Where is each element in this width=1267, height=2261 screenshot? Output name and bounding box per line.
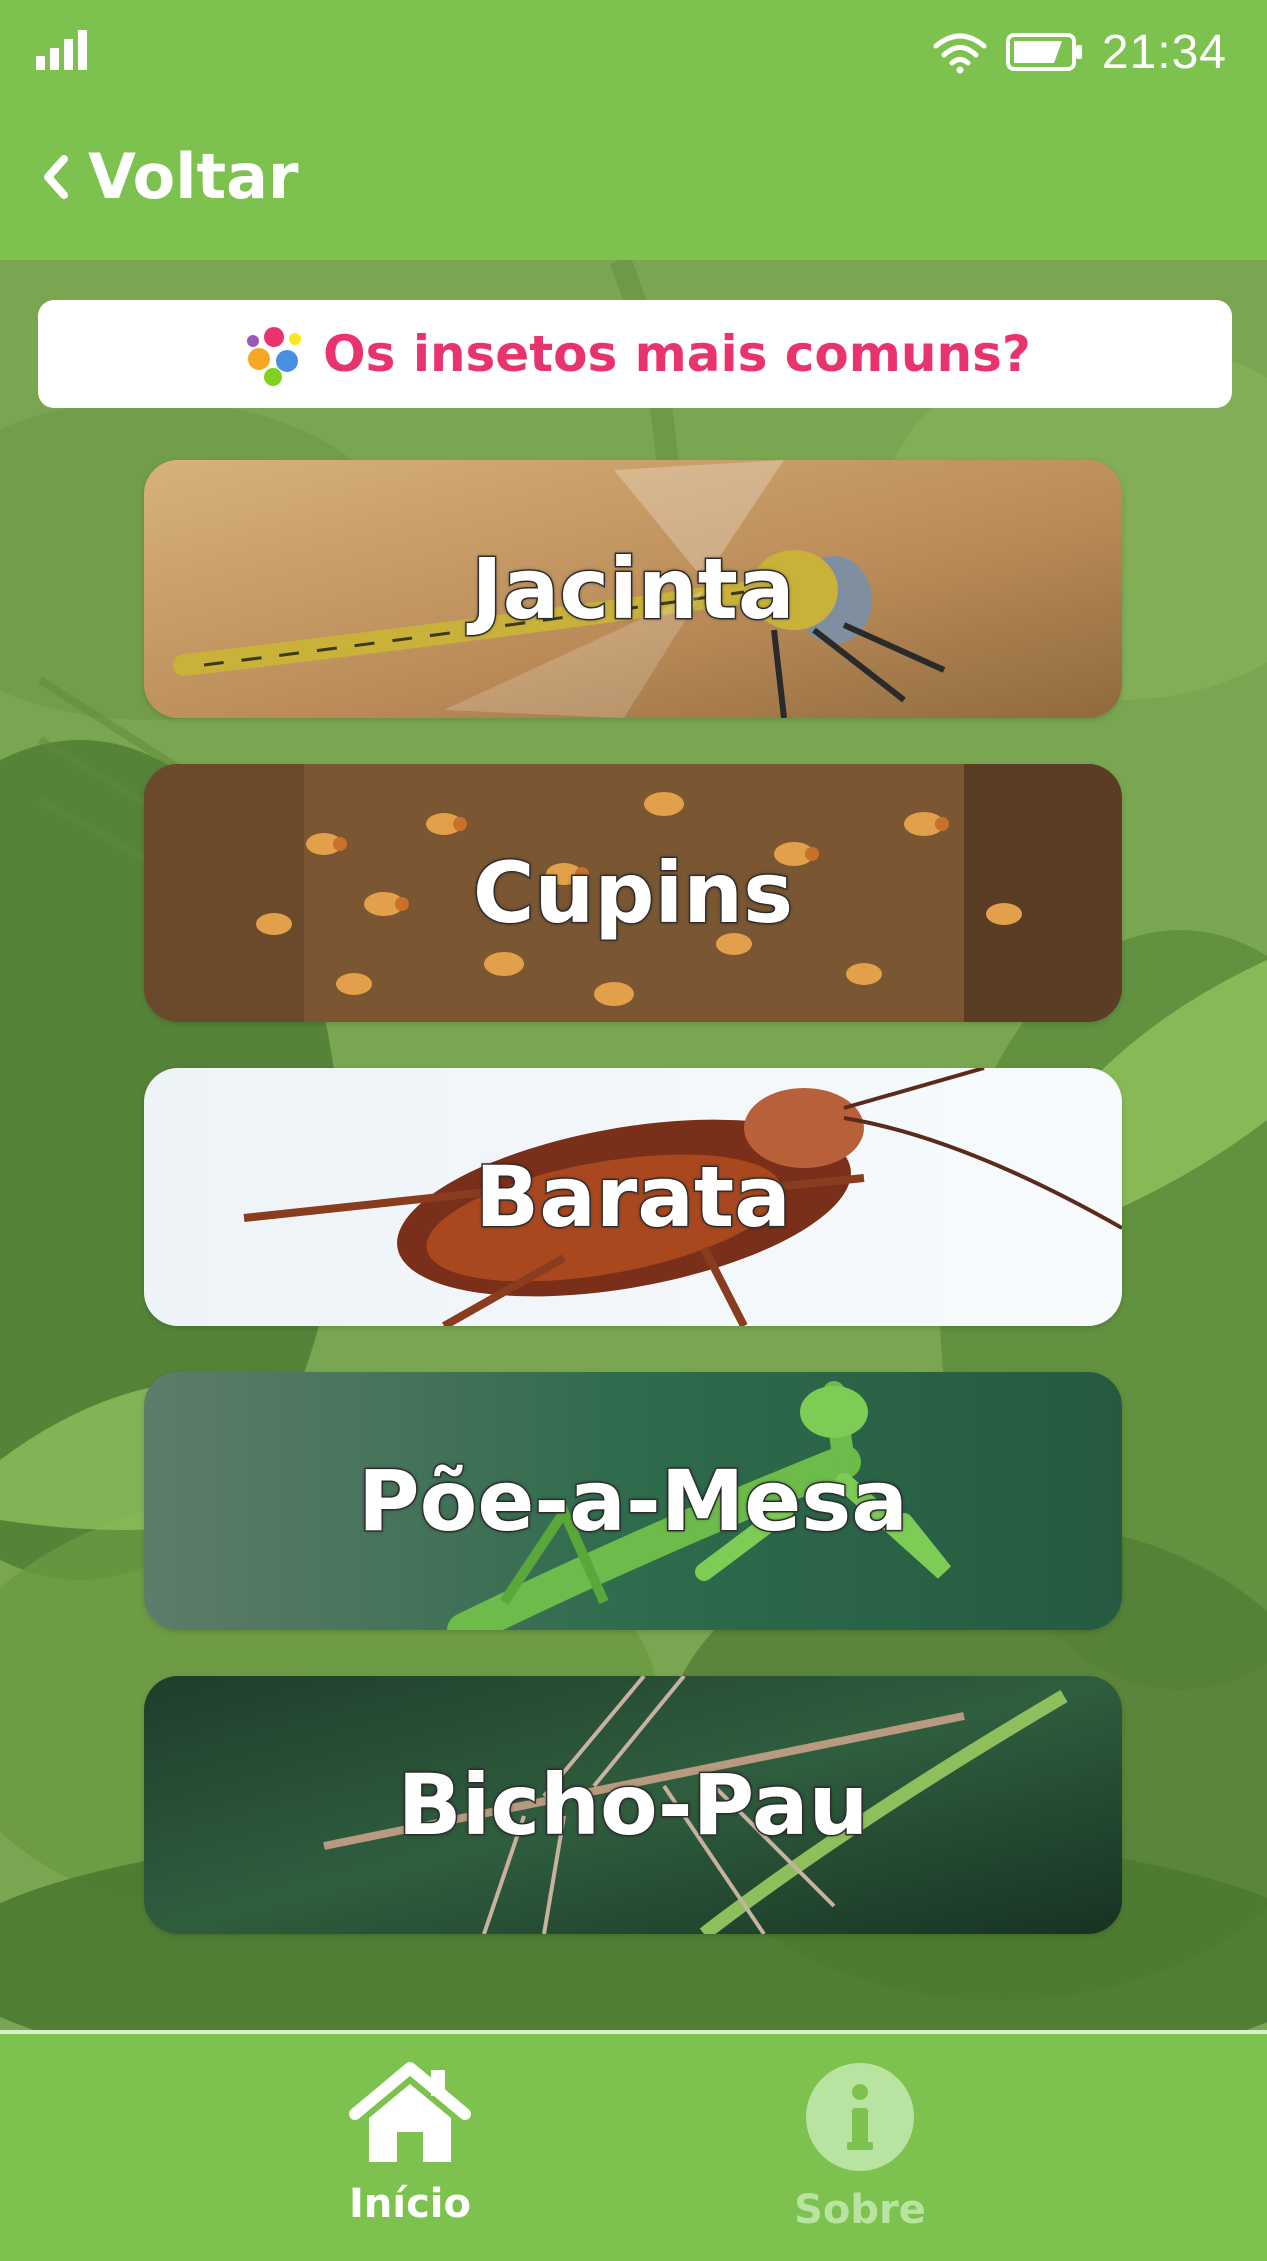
- section-header: Os insetos mais comuns?: [38, 300, 1232, 408]
- home-icon: [349, 2062, 471, 2162]
- section-title: Os insetos mais comuns?: [323, 325, 1031, 383]
- back-label: Voltar: [88, 140, 299, 213]
- insect-name: Barata: [474, 1147, 793, 1248]
- tab-label: Sobre: [794, 2187, 926, 2233]
- insect-name: Cupins: [471, 843, 794, 944]
- insect-card-barata[interactable]: Barata: [144, 1068, 1122, 1326]
- tab-sobre[interactable]: Sobre: [710, 2062, 1010, 2242]
- insects-icon: [247, 327, 302, 386]
- insect-card-cupins[interactable]: Cupins: [144, 764, 1122, 1022]
- insect-card-jacinta[interactable]: Jacinta: [144, 460, 1122, 718]
- tab-bar: Início Sobre: [0, 2030, 1267, 2261]
- insect-card-bicho-pau[interactable]: Bicho-Pau: [144, 1676, 1122, 1934]
- tab-inicio[interactable]: Início: [260, 2062, 560, 2242]
- insect-name: Bicho-Pau: [396, 1755, 870, 1856]
- info-icon: [806, 2063, 914, 2171]
- content-area: Os insetos mais comuns? Jacinta Cupins B…: [0, 260, 1267, 2030]
- tab-label: Início: [349, 2181, 471, 2227]
- battery-icon: [1005, 33, 1082, 71]
- insect-name: Jacinta: [470, 539, 796, 640]
- top-bar: Voltar: [0, 106, 1267, 260]
- insect-card-poe-a-mesa[interactable]: Põe-a-Mesa: [144, 1372, 1122, 1630]
- wifi-icon: [933, 33, 987, 74]
- status-time: 21:34: [1101, 25, 1227, 79]
- chevron-left-icon: [44, 154, 68, 199]
- status-bar: 21:34: [0, 0, 1267, 106]
- insect-name: Põe-a-Mesa: [357, 1451, 910, 1552]
- back-button[interactable]: Voltar: [40, 140, 299, 213]
- signal-icon: [36, 30, 87, 70]
